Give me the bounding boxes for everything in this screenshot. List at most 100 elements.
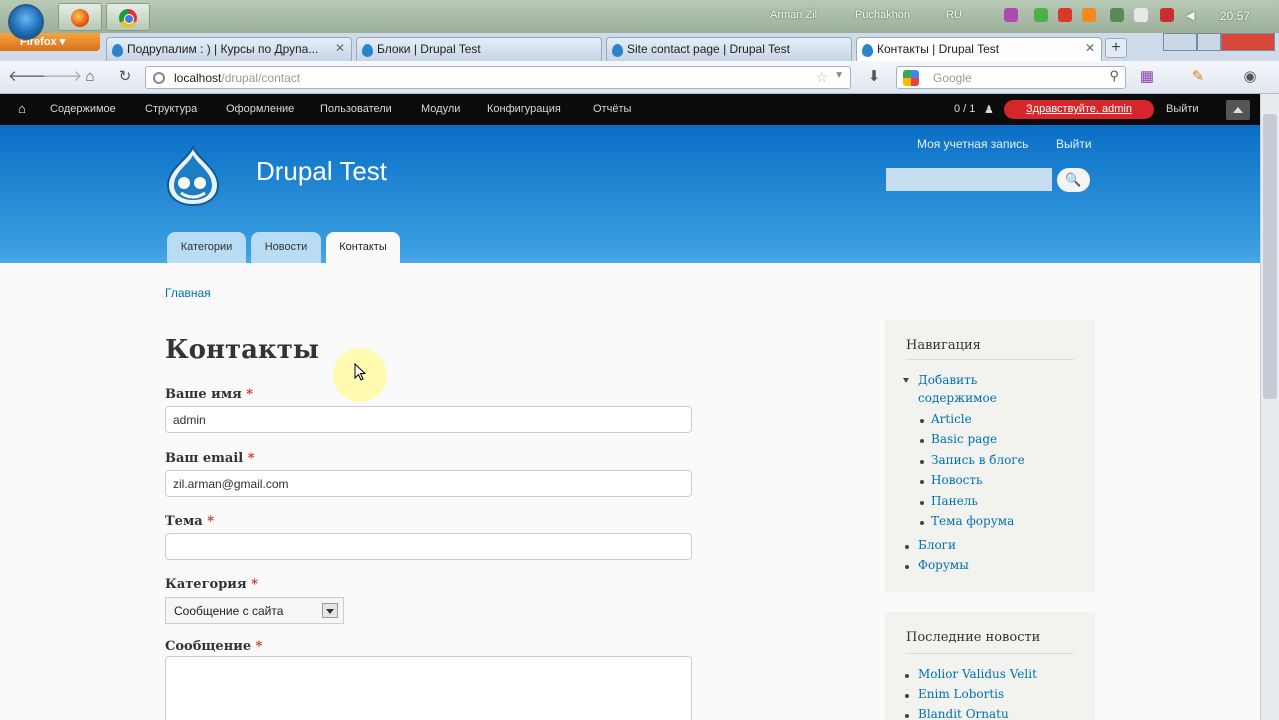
chevron-down-icon[interactable] [322, 603, 338, 618]
google-icon[interactable] [903, 70, 919, 86]
category-selected-value: Сообщение с сайта [174, 604, 284, 618]
toolbar-link-content[interactable]: Содержимое [50, 103, 116, 115]
site-header: Drupal Test Моя учетная запись Выйти 🔍 К… [0, 125, 1260, 263]
addon-icon[interactable]: ▦ [1137, 68, 1157, 86]
toolbar-link-appearance[interactable]: Оформление [226, 103, 294, 115]
close-tab-icon[interactable]: ✕ [1085, 41, 1095, 55]
menu-link-blogs[interactable]: Блоги [918, 538, 956, 552]
subject-field[interactable] [165, 533, 692, 560]
language-indicator[interactable]: RU [946, 9, 962, 21]
name-field[interactable]: admin [165, 406, 692, 433]
tab-news[interactable]: Новости [251, 232, 321, 263]
toolbar-toggle-button[interactable] [1226, 100, 1250, 120]
site-name[interactable]: Drupal Test [256, 156, 387, 187]
volume-icon[interactable]: ◀ [1186, 9, 1194, 22]
address-bar[interactable]: localhost/drupal/contact ☆ ▼ [145, 66, 851, 89]
maximize-button[interactable] [1197, 33, 1221, 51]
site-identity-icon[interactable] [153, 72, 165, 84]
toolbar-link-structure[interactable]: Структура [145, 103, 197, 115]
forward-arrow-icon[interactable]: 🡒 [42, 68, 82, 86]
bookmark-star-icon[interactable]: ☆ [815, 69, 828, 86]
new-tab-button[interactable]: + [1105, 38, 1127, 58]
message-textarea[interactable] [165, 656, 692, 720]
tab-label: Контакты | Drupal Test [877, 42, 1000, 56]
toolbar-logout-link[interactable]: Выйти [1166, 103, 1199, 115]
menu-link-article[interactable]: Article [931, 412, 972, 426]
menu-link-add-content[interactable]: Добавить [918, 373, 977, 387]
search-bar[interactable]: Google ⚲ [896, 66, 1126, 89]
toolbar-link-people[interactable]: Пользователи [320, 103, 392, 115]
clock[interactable]: 20:57 [1220, 9, 1250, 23]
drupal-admin-toolbar: ⌂ Содержимое Структура Оформление Пользо… [0, 94, 1260, 125]
drupal-favicon-icon [362, 44, 373, 57]
toolbar-link-modules[interactable]: Модули [421, 103, 460, 115]
search-icon[interactable]: ⚲ [1109, 68, 1119, 84]
list-bullet [920, 439, 924, 443]
search-icon: 🔍 [1065, 172, 1082, 187]
browser-tab[interactable]: Подрупалим : ) | Курсы по Друпа... ✕ [106, 37, 352, 61]
site-search-button[interactable]: 🔍 [1057, 168, 1090, 192]
tray-app-icon[interactable] [1034, 8, 1048, 22]
drupal-logo-icon[interactable] [164, 145, 222, 207]
news-link[interactable]: Blandit Ornatu [918, 707, 1009, 720]
menu-link-basic-page[interactable]: Basic page [931, 432, 997, 446]
scrollbar-thumb[interactable] [1263, 114, 1277, 399]
email-field[interactable]: zil.arman@gmail.com [165, 470, 692, 497]
tray-app-icon[interactable] [1004, 8, 1018, 22]
expanded-menu-icon [903, 378, 909, 383]
menu-link-panel[interactable]: Панель [931, 494, 978, 508]
menu-link-news[interactable]: Новость [931, 473, 983, 487]
addon-icon[interactable]: ✎ [1188, 68, 1208, 86]
url-dropdown-icon[interactable]: ▼ [834, 70, 844, 81]
list-bullet [920, 480, 924, 484]
windows-taskbar: Arman Zil Puchakhon RU ◀ 20:57 [0, 0, 1279, 33]
news-link[interactable]: Enim Lobortis [918, 687, 1004, 701]
tab-label: Новости [264, 241, 308, 253]
menu-link-forums[interactable]: Форумы [918, 558, 969, 572]
logout-link[interactable]: Выйти [1056, 137, 1092, 151]
start-button[interactable] [8, 4, 44, 40]
menu-link-forum-topic[interactable]: Тема форума [931, 514, 1014, 528]
user-label: Arman Zil [770, 9, 818, 21]
menu-link-add-content[interactable]: содержимое [918, 391, 997, 405]
my-account-link[interactable]: Моя учетная запись [917, 137, 1028, 151]
drupal-favicon-icon [112, 44, 123, 57]
browser-tab-active[interactable]: Контакты | Drupal Test ✕ [856, 37, 1102, 61]
tab-categories[interactable]: Категории [167, 232, 246, 263]
browser-tab[interactable]: Блоки | Drupal Test [356, 37, 602, 61]
tray-app-icon[interactable] [1160, 8, 1174, 22]
category-select[interactable]: Сообщение с сайта [165, 597, 344, 624]
breadcrumb-home-link[interactable]: Главная [165, 286, 211, 300]
name-label: Ваше имя * [165, 387, 254, 402]
news-link[interactable]: Molior Validus Velit [918, 667, 1037, 681]
menu-link-blog-entry[interactable]: Запись в блоге [931, 453, 1025, 467]
chrome-taskbar-button[interactable] [106, 3, 150, 31]
toolbar-link-configuration[interactable]: Конфигурация [487, 103, 561, 115]
navigation-block: Навигация Добавить содержимое Article Ba… [885, 320, 1095, 592]
hello-user-link[interactable]: Здравствуйте, admin [1004, 100, 1154, 119]
page-scrollbar[interactable] [1260, 94, 1279, 720]
tab-label: Блоки | Drupal Test [377, 42, 481, 56]
tray-app-icon[interactable] [1134, 8, 1148, 22]
category-label: Категория * [165, 577, 258, 592]
list-bullet [905, 694, 909, 698]
firefox-taskbar-button[interactable] [58, 3, 102, 31]
tray-network-icon[interactable] [1110, 8, 1124, 22]
home-icon[interactable]: ⌂ [80, 68, 100, 86]
menu-icon[interactable]: ◉ [1240, 68, 1260, 86]
reload-icon[interactable]: ↻ [115, 68, 135, 86]
tray-app-icon[interactable] [1058, 8, 1072, 22]
email-label: Ваш email * [165, 451, 255, 466]
browser-tab[interactable]: Site contact page | Drupal Test [606, 37, 852, 61]
back-arrow-icon[interactable]: 🡐 [8, 68, 48, 86]
toolbar-link-reports[interactable]: Отчёты [593, 103, 631, 115]
minimize-button[interactable] [1163, 33, 1197, 51]
navigation-block-title: Навигация [906, 338, 981, 353]
downloads-icon[interactable]: ⬇ [864, 68, 884, 86]
site-search-input[interactable] [886, 168, 1052, 191]
tab-contacts[interactable]: Контакты [326, 232, 400, 263]
tray-app-icon[interactable] [1082, 8, 1096, 22]
close-window-button[interactable] [1221, 33, 1275, 51]
close-tab-icon[interactable]: ✕ [335, 41, 345, 55]
home-icon[interactable]: ⌂ [18, 101, 32, 116]
